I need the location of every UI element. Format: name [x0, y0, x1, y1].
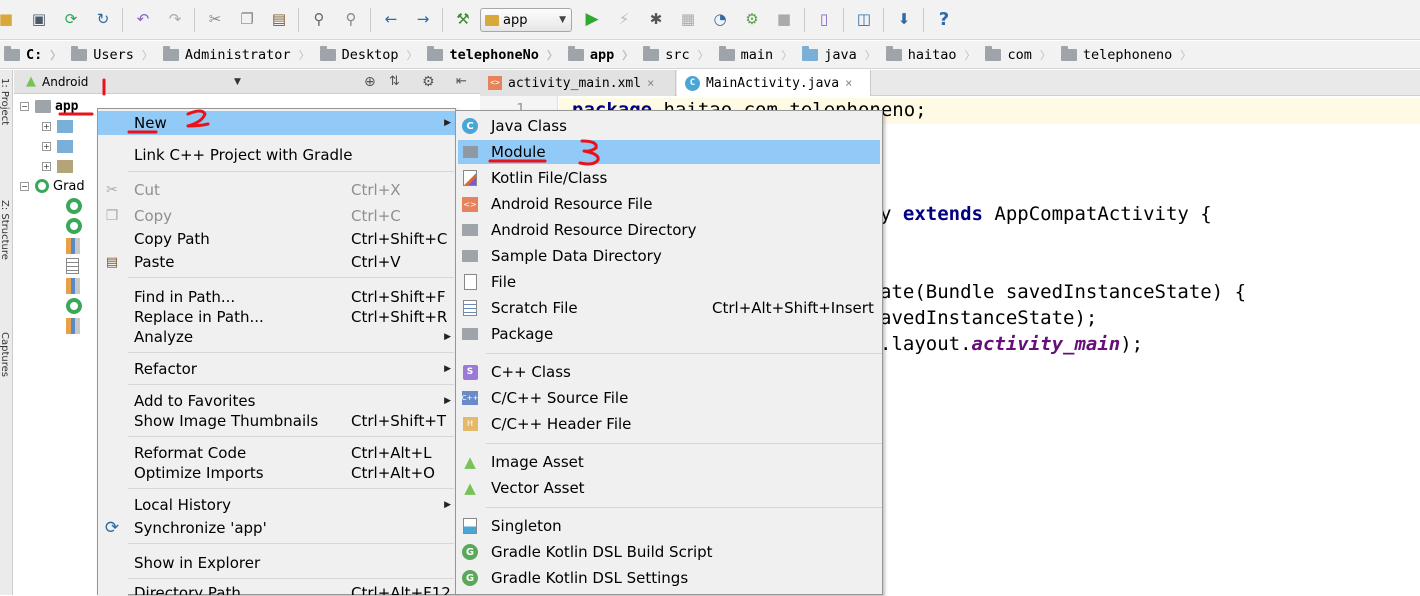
- annotation-mark-2: [186, 109, 210, 128]
- handwritten-annotations: [58, 78, 600, 166]
- annotation-mark-3: [578, 139, 600, 166]
